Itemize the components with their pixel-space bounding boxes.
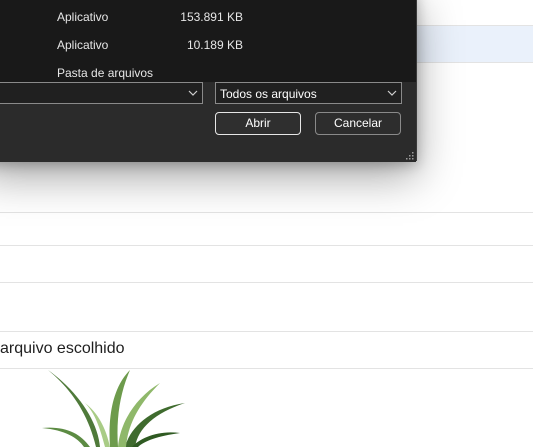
filename-dropdown[interactable]	[0, 82, 203, 104]
filetype-value: Todos os arquivos	[220, 87, 317, 101]
list-item[interactable]: Aplicativo 10.189 KB	[0, 30, 416, 58]
cancel-button[interactable]: Cancelar	[315, 112, 401, 135]
dialog-footer: Todos os arquivos Abrir Cancelar	[0, 82, 416, 162]
file-size: 153.891 KB	[180, 10, 243, 24]
file-type: Aplicativo	[57, 10, 109, 24]
chevron-down-icon	[188, 90, 198, 96]
page-row	[0, 213, 533, 246]
file-list: Aplicativo 153.891 KB Aplicativo 10.189 …	[0, 0, 416, 82]
list-item[interactable]: Aplicativo 153.891 KB	[0, 2, 416, 30]
file-type: Pasta de arquivos	[57, 66, 154, 80]
resize-grip-icon[interactable]	[405, 151, 414, 160]
plant-image	[42, 370, 185, 447]
page-row	[0, 246, 533, 283]
file-type: Aplicativo	[57, 38, 109, 52]
file-open-dialog: Aplicativo 153.891 KB Aplicativo 10.189 …	[0, 0, 417, 162]
open-button[interactable]: Abrir	[215, 112, 301, 135]
page-row	[0, 283, 533, 332]
file-status-text: arquivo escolhido	[0, 340, 125, 357]
file-size: 10.189 KB	[186, 38, 243, 52]
chevron-down-icon	[387, 90, 397, 96]
filetype-dropdown[interactable]: Todos os arquivos	[215, 82, 402, 104]
